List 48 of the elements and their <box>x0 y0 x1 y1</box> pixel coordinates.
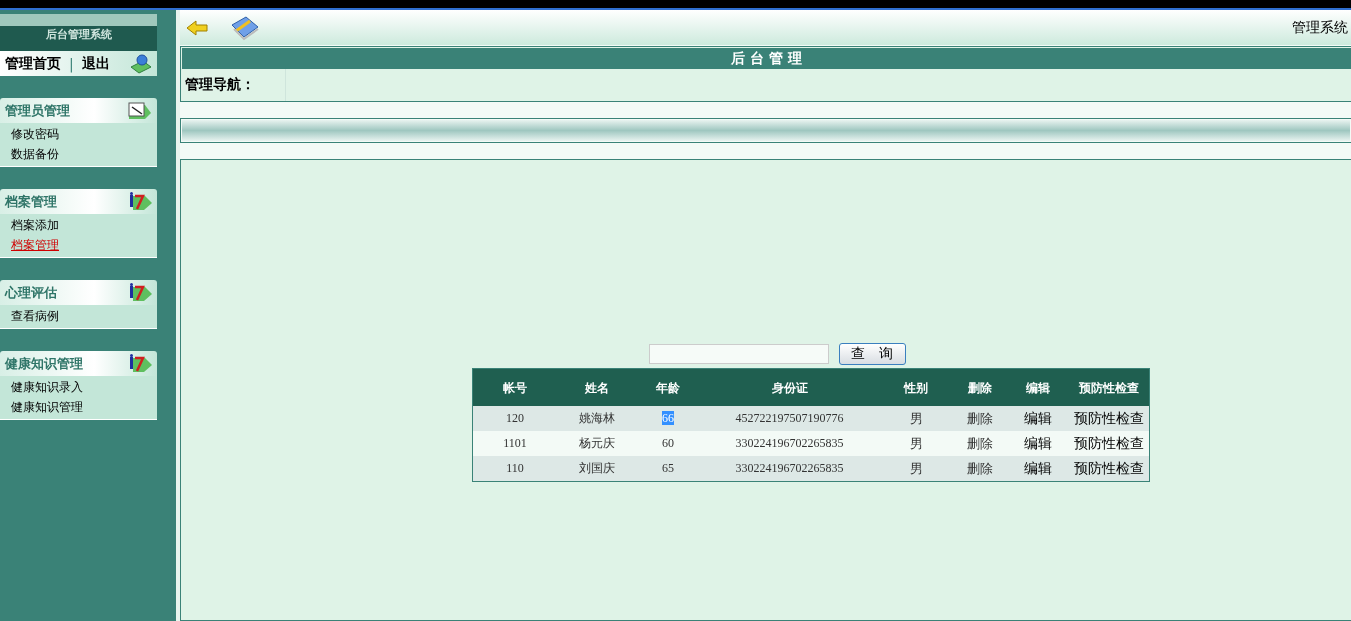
back-arrow-icon[interactable] <box>186 19 208 36</box>
menu-item[interactable]: 档案管理 <box>11 235 157 255</box>
table-cell: 杨元庆 <box>578 436 615 450</box>
column-header: 预防性检查 <box>1068 368 1150 406</box>
column-header: 删除 <box>953 368 1007 406</box>
section-title: 心理评估 <box>5 283 57 302</box>
table-cell: 330224196702265835 <box>735 436 844 450</box>
table-cell: 男 <box>909 410 923 426</box>
column-header: 编辑 <box>1007 368 1068 406</box>
search-field[interactable] <box>648 344 829 364</box>
nav-label: 管理导航： <box>181 69 286 101</box>
info-book-icon <box>127 353 153 374</box>
menu-item[interactable]: 健康知识管理 <box>11 397 157 417</box>
panel-title: 后 台 管 理 <box>182 48 1351 69</box>
column-header: 身份证 <box>700 368 879 406</box>
menu-item[interactable]: 数据备份 <box>11 144 157 164</box>
menu-item[interactable]: 健康知识录入 <box>11 377 157 397</box>
column-header: 年龄 <box>636 368 700 406</box>
section-title: 健康知识管理 <box>5 354 83 373</box>
table-cell: 66 <box>662 411 674 425</box>
sidebar-title: 后台管理系统 <box>0 14 157 51</box>
notepad-icon <box>127 100 153 121</box>
table-cell: 1101 <box>503 436 527 450</box>
separator: | <box>69 55 74 72</box>
query-button[interactable]: 查 询 <box>838 343 906 365</box>
book-pencil-icon[interactable] <box>230 14 260 41</box>
table-cell: 男 <box>909 460 923 476</box>
home-link[interactable]: 管理首页 <box>5 54 61 73</box>
table-cell: 60 <box>662 436 674 450</box>
column-header: 帐号 <box>472 368 557 406</box>
logout-link[interactable]: 退出 <box>81 54 110 73</box>
table-cell: 65 <box>662 461 674 475</box>
table-cell: 120 <box>506 411 524 425</box>
column-header: 姓名 <box>557 368 636 406</box>
table-cell: 452722197507190776 <box>735 411 844 425</box>
menu-item[interactable]: 修改密码 <box>11 124 157 144</box>
table-cell: 刘国庆 <box>578 461 615 475</box>
section-title: 档案管理 <box>5 192 57 211</box>
info-book-icon <box>127 191 153 212</box>
toolbar-title: 管理系统 <box>1292 18 1348 37</box>
info-book-icon <box>127 282 153 303</box>
menu-item[interactable]: 档案添加 <box>11 215 157 235</box>
section-title: 管理员管理 <box>5 101 70 120</box>
table-cell: 男 <box>909 435 923 451</box>
table-cell: 姚海林 <box>578 411 615 425</box>
table-cell: 330224196702265835 <box>735 461 844 475</box>
table-cell: 110 <box>506 461 524 475</box>
column-header: 性别 <box>879 368 953 406</box>
